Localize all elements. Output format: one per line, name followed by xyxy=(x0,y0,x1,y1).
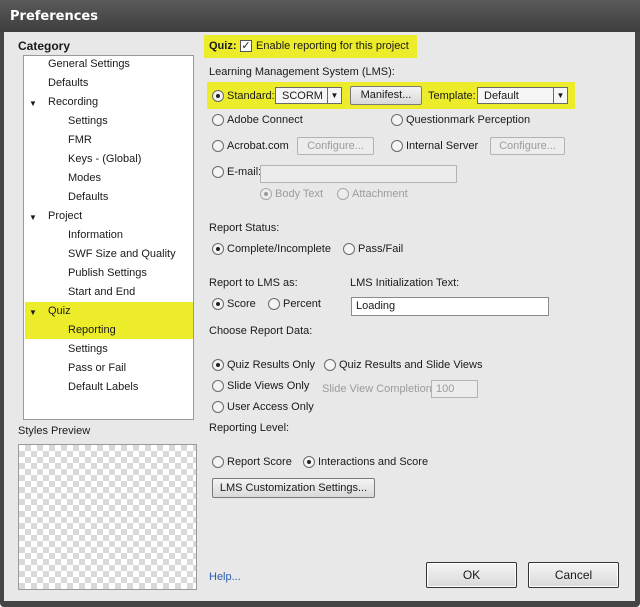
acrobat-configure-button[interactable]: Configure... xyxy=(297,137,374,155)
report-status-label: Report Status: xyxy=(209,222,280,234)
standard-value: SCORM xyxy=(282,90,323,102)
quiz-results-only-radio[interactable] xyxy=(212,359,224,371)
complete-incomplete-label: Complete/Incomplete xyxy=(227,243,331,255)
template-dropdown[interactable]: Default ▼ xyxy=(477,87,568,104)
tree-item-recording-defaults[interactable]: Defaults xyxy=(68,191,108,203)
acrobat-radio[interactable] xyxy=(212,140,224,152)
attachment-radio[interactable] xyxy=(337,188,349,200)
tree-item-swf-size-quality[interactable]: SWF Size and Quality xyxy=(68,248,176,260)
email-radio[interactable] xyxy=(212,166,224,178)
percent-radio[interactable] xyxy=(268,298,280,310)
body-text-radio[interactable] xyxy=(260,188,272,200)
preferences-window: Preferences Category General Settings De… xyxy=(0,0,640,607)
interactions-score-radio[interactable] xyxy=(303,456,315,468)
internal-server-radio[interactable] xyxy=(391,140,403,152)
template-value: Default xyxy=(484,90,519,102)
tree-item-pass-or-fail[interactable]: Pass or Fail xyxy=(68,362,126,374)
standard-radio[interactable] xyxy=(212,90,224,102)
interactions-score-label: Interactions and Score xyxy=(318,456,429,468)
lms-init-label: LMS Initialization Text: xyxy=(350,277,460,289)
expand-triangle-icon[interactable]: ▼ xyxy=(29,99,37,108)
tree-item-quiz-settings[interactable]: Settings xyxy=(68,343,108,355)
chevron-down-icon: ▼ xyxy=(327,88,341,103)
expand-triangle-icon[interactable]: ▼ xyxy=(29,213,37,222)
expand-triangle-icon[interactable]: ▼ xyxy=(29,308,37,317)
quiz-results-slide-views-radio[interactable] xyxy=(324,359,336,371)
tree-item-reporting[interactable]: Reporting xyxy=(68,324,116,336)
category-tree: General Settings Defaults ▼ Recording Se… xyxy=(23,55,194,420)
tree-item-information[interactable]: Information xyxy=(68,229,123,241)
report-to-lms-label: Report to LMS as: xyxy=(209,277,298,289)
tree-item-project[interactable]: Project xyxy=(48,210,82,222)
questionmark-label: Questionmark Perception xyxy=(406,114,531,126)
slide-views-only-radio[interactable] xyxy=(212,380,224,392)
report-score-radio[interactable] xyxy=(212,456,224,468)
slide-view-completion-label: Slide View Completion xyxy=(322,383,432,395)
reporting-level-label: Reporting Level: xyxy=(209,422,290,434)
tree-item-recording[interactable]: Recording xyxy=(48,96,98,108)
category-title: Category xyxy=(18,39,71,53)
styles-preview-area xyxy=(18,444,197,590)
ok-button[interactable]: OK xyxy=(426,562,517,588)
lms-label: Learning Management System (LMS): xyxy=(209,66,395,78)
internal-server-label: Internal Server xyxy=(406,140,479,152)
help-link[interactable]: Help... xyxy=(209,571,241,583)
acrobat-label: Acrobat.com xyxy=(227,140,289,152)
pass-fail-radio[interactable] xyxy=(343,243,355,255)
tree-item-fmr[interactable]: FMR xyxy=(68,134,92,146)
dialog-body: Category General Settings Defaults ▼ Rec… xyxy=(4,32,635,601)
template-label: Template: xyxy=(428,90,476,102)
email-label: E-mail: xyxy=(227,166,262,178)
tree-item-modes[interactable]: Modes xyxy=(68,172,101,184)
slide-views-only-label: Slide Views Only xyxy=(227,380,310,392)
enable-reporting-label: Enable reporting for this project xyxy=(256,40,409,52)
lms-init-value: Loading xyxy=(356,300,396,312)
internal-server-configure-button[interactable]: Configure... xyxy=(490,137,565,155)
tree-item-general-settings[interactable]: General Settings xyxy=(48,58,130,70)
report-score-label: Report Score xyxy=(227,456,292,468)
user-access-only-label: User Access Only xyxy=(227,401,314,413)
report-data-label: Choose Report Data: xyxy=(209,325,313,337)
user-access-only-radio[interactable] xyxy=(212,401,224,413)
manifest-button[interactable]: Manifest... xyxy=(350,86,422,105)
attachment-label: Attachment xyxy=(352,188,408,200)
lms-customization-button[interactable]: LMS Customization Settings... xyxy=(212,478,375,498)
pass-fail-label: Pass/Fail xyxy=(358,243,404,255)
title-bar: Preferences xyxy=(0,0,640,32)
slide-view-completion-input[interactable]: 100 xyxy=(431,380,478,398)
styles-preview-label: Styles Preview xyxy=(18,425,91,437)
tree-item-quiz[interactable]: Quiz xyxy=(48,305,71,317)
quiz-results-slide-views-label: Quiz Results and Slide Views xyxy=(339,359,483,371)
percent-label: Percent xyxy=(283,298,321,310)
tree-item-default-labels[interactable]: Default Labels xyxy=(68,381,138,393)
standard-label: Standard: xyxy=(227,90,275,102)
email-input[interactable] xyxy=(260,165,457,183)
quiz-results-only-label: Quiz Results Only xyxy=(227,359,316,371)
body-text-label: Body Text xyxy=(275,188,324,200)
chevron-down-icon: ▼ xyxy=(553,88,567,103)
cancel-button[interactable]: Cancel xyxy=(528,562,619,588)
score-radio[interactable] xyxy=(212,298,224,310)
tree-item-defaults[interactable]: Defaults xyxy=(48,77,88,89)
standard-dropdown[interactable]: SCORM ▼ xyxy=(275,87,342,104)
adobe-connect-radio[interactable] xyxy=(212,114,224,126)
score-label: Score xyxy=(227,298,256,310)
quiz-label: Quiz: xyxy=(209,40,237,52)
lms-init-input[interactable]: Loading xyxy=(351,297,549,316)
tree-item-keys-global[interactable]: Keys - (Global) xyxy=(68,153,141,165)
complete-incomplete-radio[interactable] xyxy=(212,243,224,255)
slide-view-completion-value: 100 xyxy=(436,383,455,395)
tree-item-recording-settings[interactable]: Settings xyxy=(68,115,108,127)
tree-item-start-and-end[interactable]: Start and End xyxy=(68,286,135,298)
questionmark-radio[interactable] xyxy=(391,114,403,126)
enable-reporting-checkbox[interactable]: ✓ xyxy=(240,40,252,52)
window-title: Preferences xyxy=(10,9,98,24)
adobe-connect-label: Adobe Connect xyxy=(227,114,303,126)
tree-item-publish-settings[interactable]: Publish Settings xyxy=(68,267,147,279)
